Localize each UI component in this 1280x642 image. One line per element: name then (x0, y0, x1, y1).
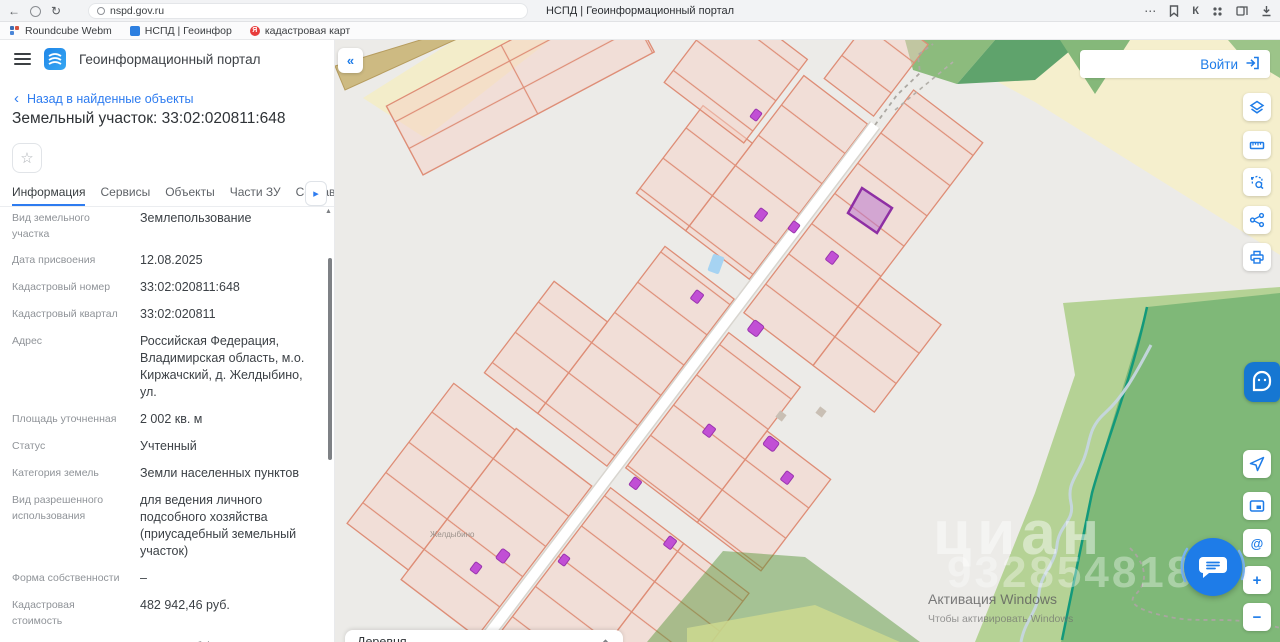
address-bar[interactable]: nspd.gov.ru (88, 3, 528, 19)
bottom-panel-label: Деревня (357, 635, 407, 642)
collapse-panel-button[interactable]: « (338, 48, 363, 73)
browser-reload-button[interactable]: ↻ (51, 0, 61, 22)
field-row: Кадастровая стоимость 482 942,46 руб. (12, 598, 230, 627)
bookmark-item-nspd[interactable]: НСПД | Геоинфор (129, 24, 232, 37)
area-search-button[interactable] (1243, 168, 1271, 196)
field-row: Дата присвоения 12.08.2025 (12, 253, 203, 267)
field-row: Вид разрешенного использования для ведени… (12, 493, 297, 558)
scrollbar-up-arrow[interactable]: ▲ (325, 208, 332, 215)
panel-scrollbar[interactable] (328, 258, 332, 460)
menu-icon[interactable] (14, 53, 31, 65)
tab-parcel-parts[interactable]: Части ЗУ (230, 180, 281, 206)
kaspersky-icon[interactable]: К (1192, 0, 1199, 22)
nspd-favicon (129, 25, 140, 36)
ruler-button[interactable] (1243, 131, 1271, 159)
chevron-up-icon (602, 638, 609, 642)
overview-map-button[interactable] (1243, 492, 1271, 520)
browser-chrome: ← ↻ nspd.gov.ru НСПД | Геоинформационный… (0, 0, 1280, 22)
bookmark-item-roundcube[interactable]: Roundcube Webm (10, 25, 112, 37)
bookmarks-bar: Roundcube Webm НСПД | Геоинфор Я кадастр… (0, 22, 1280, 40)
tabs-more-button[interactable]: ▸ (305, 181, 327, 206)
share-button[interactable] (1243, 206, 1271, 234)
back-chevron-icon: ‹ (14, 90, 19, 107)
download-icon[interactable] (1261, 5, 1272, 17)
address-search-button[interactable]: @ (1243, 529, 1271, 557)
favorite-star-button[interactable]: ☆ (12, 143, 42, 173)
field-row: Категория земель Земли населенных пунктов (12, 466, 299, 480)
field-row: Статус Учтенный (12, 439, 197, 453)
field-row: Вид земельного участка Землепользование (12, 211, 252, 240)
field-row: Адрес Российская Федерация, Владимирская … (12, 334, 305, 399)
roundcube-favicon (10, 25, 20, 36)
extensions-icon[interactable] (1212, 6, 1223, 17)
bookmark-icon[interactable] (1169, 5, 1179, 17)
login-label: Войти (1200, 56, 1238, 72)
map-bottom-panel[interactable]: Деревня (345, 630, 623, 642)
field-row: Кадастровый номер 33:02:020811:648 (12, 280, 240, 294)
zoom-out-button[interactable]: − (1243, 603, 1271, 631)
locate-me-button[interactable] (1243, 450, 1271, 478)
page-title: Земельный участок: 33:02:020811:648 (12, 110, 286, 127)
layers-button[interactable] (1243, 93, 1271, 121)
bookmark-label: кадастровая карт (264, 24, 351, 37)
back-link-label: Назад в найденные объекты (27, 91, 194, 106)
feedback-mascot-button[interactable] (1244, 362, 1280, 402)
print-button[interactable] (1243, 243, 1271, 271)
field-row: Кадастровый квартал 33:02:020811 (12, 307, 216, 321)
object-info-panel: Геоинформационный портал ‹ Назад в найде… (0, 40, 335, 642)
tab-services[interactable]: Сервисы (100, 180, 150, 206)
map-canvas[interactable]: Желдыбино циан 9328548188 Активация Wind… (335, 40, 1280, 642)
tabs-bar: Информация Сервисы Объекты Части ЗУ Сост… (0, 180, 334, 207)
yandex-favicon: Я (249, 25, 260, 36)
browser-profile-icon[interactable] (30, 5, 41, 17)
login-button[interactable]: Войти (1080, 50, 1270, 78)
browser-back-button[interactable]: ← (8, 0, 20, 22)
field-row: Площадь уточненная 2 002 кв. м (12, 412, 203, 426)
attribute-list: Вид земельного участка Землепользование Д… (0, 210, 334, 642)
bookmark-label: НСПД | Геоинфор (144, 24, 232, 37)
chat-button[interactable] (1184, 538, 1242, 596)
tab-title: НСПД | Геоинформационный портал (545, 5, 735, 17)
back-to-results-link[interactable]: ‹ Назад в найденные объекты (14, 90, 193, 107)
bookmark-item-cadastre[interactable]: Я кадастровая карт (249, 24, 351, 37)
login-icon (1245, 56, 1260, 73)
portal-title: Геоинформационный портал (79, 51, 261, 67)
tab-objects[interactable]: Объекты (165, 180, 215, 206)
tab-information[interactable]: Информация (12, 180, 86, 206)
map-base-layer (335, 40, 1280, 642)
site-security-icon (97, 7, 105, 15)
url-text: nspd.gov.ru (110, 5, 165, 17)
browser-more-icon[interactable]: ⋯ (1144, 0, 1156, 22)
bookmark-label: Roundcube Webm (25, 24, 112, 37)
portal-logo-icon (44, 48, 66, 70)
zoom-in-button[interactable]: + (1243, 566, 1271, 594)
collections-icon[interactable] (1236, 5, 1248, 17)
field-row: Форма собственности – (12, 571, 147, 585)
